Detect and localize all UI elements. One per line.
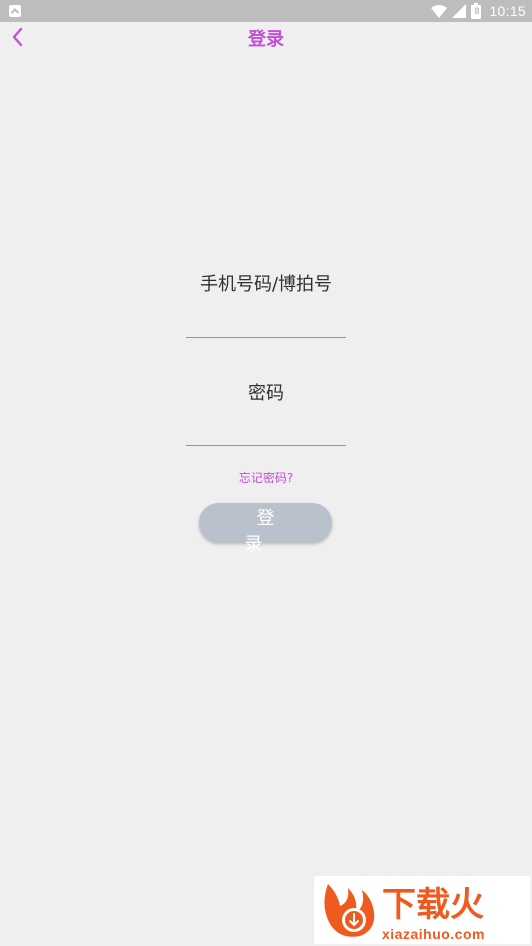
login-button[interactable]: 登 录 bbox=[199, 503, 332, 555]
notification-icon bbox=[9, 5, 21, 17]
title-bar: 登录 bbox=[0, 22, 532, 52]
password-label: 密码 bbox=[248, 383, 284, 404]
password-input[interactable] bbox=[186, 418, 346, 446]
phone-input[interactable] bbox=[186, 310, 346, 338]
forgot-password-link[interactable]: 忘记密码? bbox=[0, 469, 532, 486]
status-indicators: 8 10:15 bbox=[431, 0, 526, 22]
status-time: 10:15 bbox=[489, 3, 526, 19]
status-bar: 8 10:15 bbox=[0, 0, 532, 22]
battery-icon: 8 bbox=[471, 3, 482, 19]
login-screen: 8 10:15 登录 手机号码/博拍号 密码 忘记密码? 登 录 下载火 xia… bbox=[0, 0, 532, 946]
wifi-icon bbox=[431, 4, 448, 18]
phone-label: 手机号码/博拍号 bbox=[199, 274, 333, 295]
signal-icon bbox=[452, 4, 467, 18]
watermark: 下载火 xiazaihuo.com bbox=[314, 876, 530, 944]
battery-level: 8 bbox=[474, 6, 480, 16]
page-title: 登录 bbox=[248, 29, 284, 50]
watermark-brand: 下载火 bbox=[382, 885, 484, 925]
watermark-domain: xiazaihuo.com bbox=[382, 926, 485, 942]
